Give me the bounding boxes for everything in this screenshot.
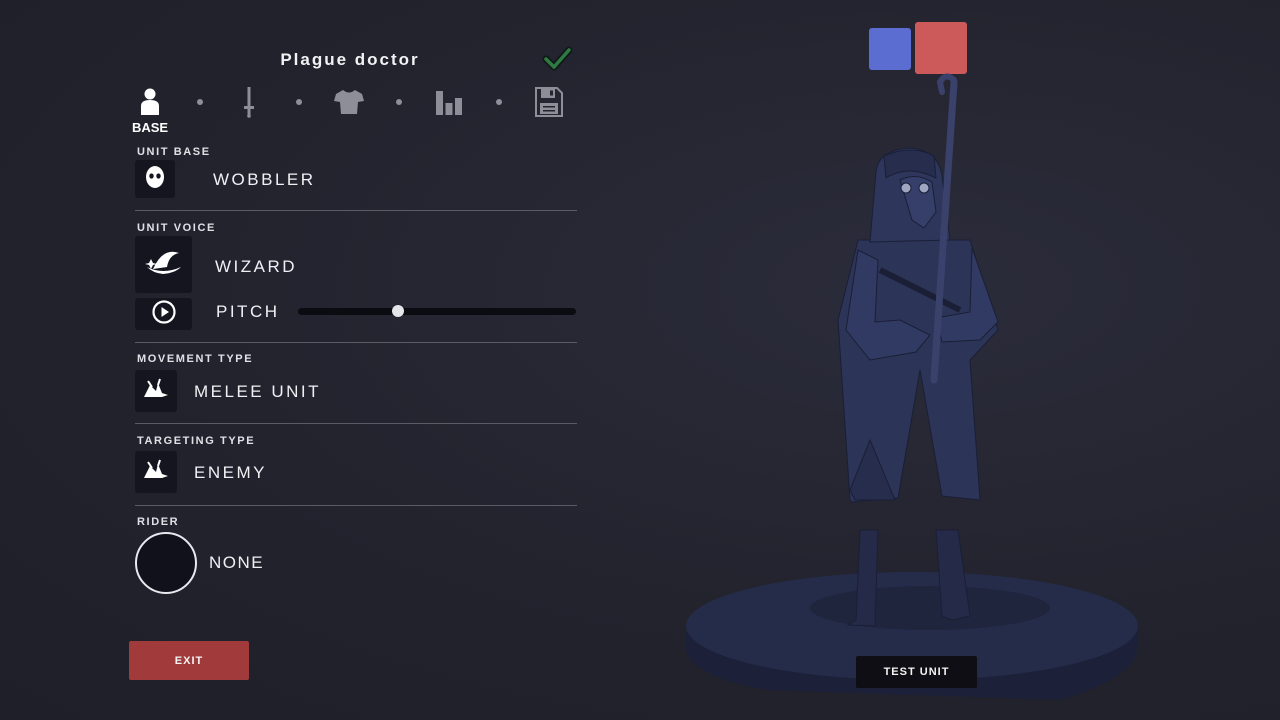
section-divider xyxy=(135,505,577,506)
rider-value[interactable]: NONE xyxy=(209,553,264,573)
tab-stats[interactable] xyxy=(431,86,467,122)
confirm-check-icon[interactable] xyxy=(542,44,573,74)
tab-separator-dot xyxy=(197,99,203,105)
tab-separator-dot xyxy=(396,99,402,105)
targeting-type-label: TARGETING TYPE xyxy=(137,435,256,447)
unit-voice-label: UNIT VOICE xyxy=(137,222,216,234)
tab-separator-dot xyxy=(496,99,502,105)
unit-voice-value[interactable]: WIZARD xyxy=(215,257,297,277)
target-enemy-icon xyxy=(142,458,170,487)
rider-selector[interactable] xyxy=(135,532,197,594)
wobbler-head-icon xyxy=(144,164,166,195)
rider-label: RIDER xyxy=(137,516,180,528)
wizard-hat-icon xyxy=(144,245,183,284)
section-divider xyxy=(135,423,577,424)
exit-button[interactable]: EXIT xyxy=(129,641,249,680)
pitch-slider[interactable] xyxy=(298,308,576,315)
movement-type-selector[interactable] xyxy=(135,370,177,412)
movement-type-label: MOVEMENT TYPE xyxy=(137,353,254,365)
tab-weapons[interactable] xyxy=(231,86,267,122)
tab-clothing[interactable] xyxy=(331,86,367,122)
person-icon xyxy=(138,87,162,122)
tab-save[interactable] xyxy=(531,86,567,122)
floppy-disk-icon xyxy=(535,86,563,122)
unit-base-selector[interactable] xyxy=(135,160,175,198)
tab-base-label: BASE xyxy=(131,120,169,135)
unit-preview-viewport[interactable] xyxy=(680,60,1150,710)
play-icon xyxy=(151,299,177,330)
melee-unit-icon xyxy=(142,377,170,406)
pitch-slider-handle[interactable] xyxy=(392,305,405,317)
section-divider xyxy=(135,210,577,211)
plague-doctor-model xyxy=(837,73,999,627)
shirt-icon xyxy=(334,89,364,120)
play-voice-button[interactable] xyxy=(135,298,192,330)
section-divider xyxy=(135,342,577,343)
targeting-type-selector[interactable] xyxy=(135,451,177,493)
unit-base-value[interactable]: WOBBLER xyxy=(213,170,316,190)
tab-base[interactable] xyxy=(132,86,168,122)
movement-type-value[interactable]: MELEE UNIT xyxy=(194,382,321,402)
unit-voice-selector[interactable] xyxy=(135,236,192,293)
unit-base-label: UNIT BASE xyxy=(137,146,211,158)
targeting-type-value[interactable]: ENEMY xyxy=(194,463,267,483)
pitch-label: PITCH xyxy=(216,302,280,321)
test-unit-button[interactable]: TEST UNIT xyxy=(856,656,977,688)
bar-chart-icon xyxy=(434,89,464,120)
tab-separator-dot xyxy=(296,99,302,105)
unit-name-title[interactable]: Plague doctor xyxy=(250,50,450,70)
sword-icon xyxy=(242,86,256,123)
